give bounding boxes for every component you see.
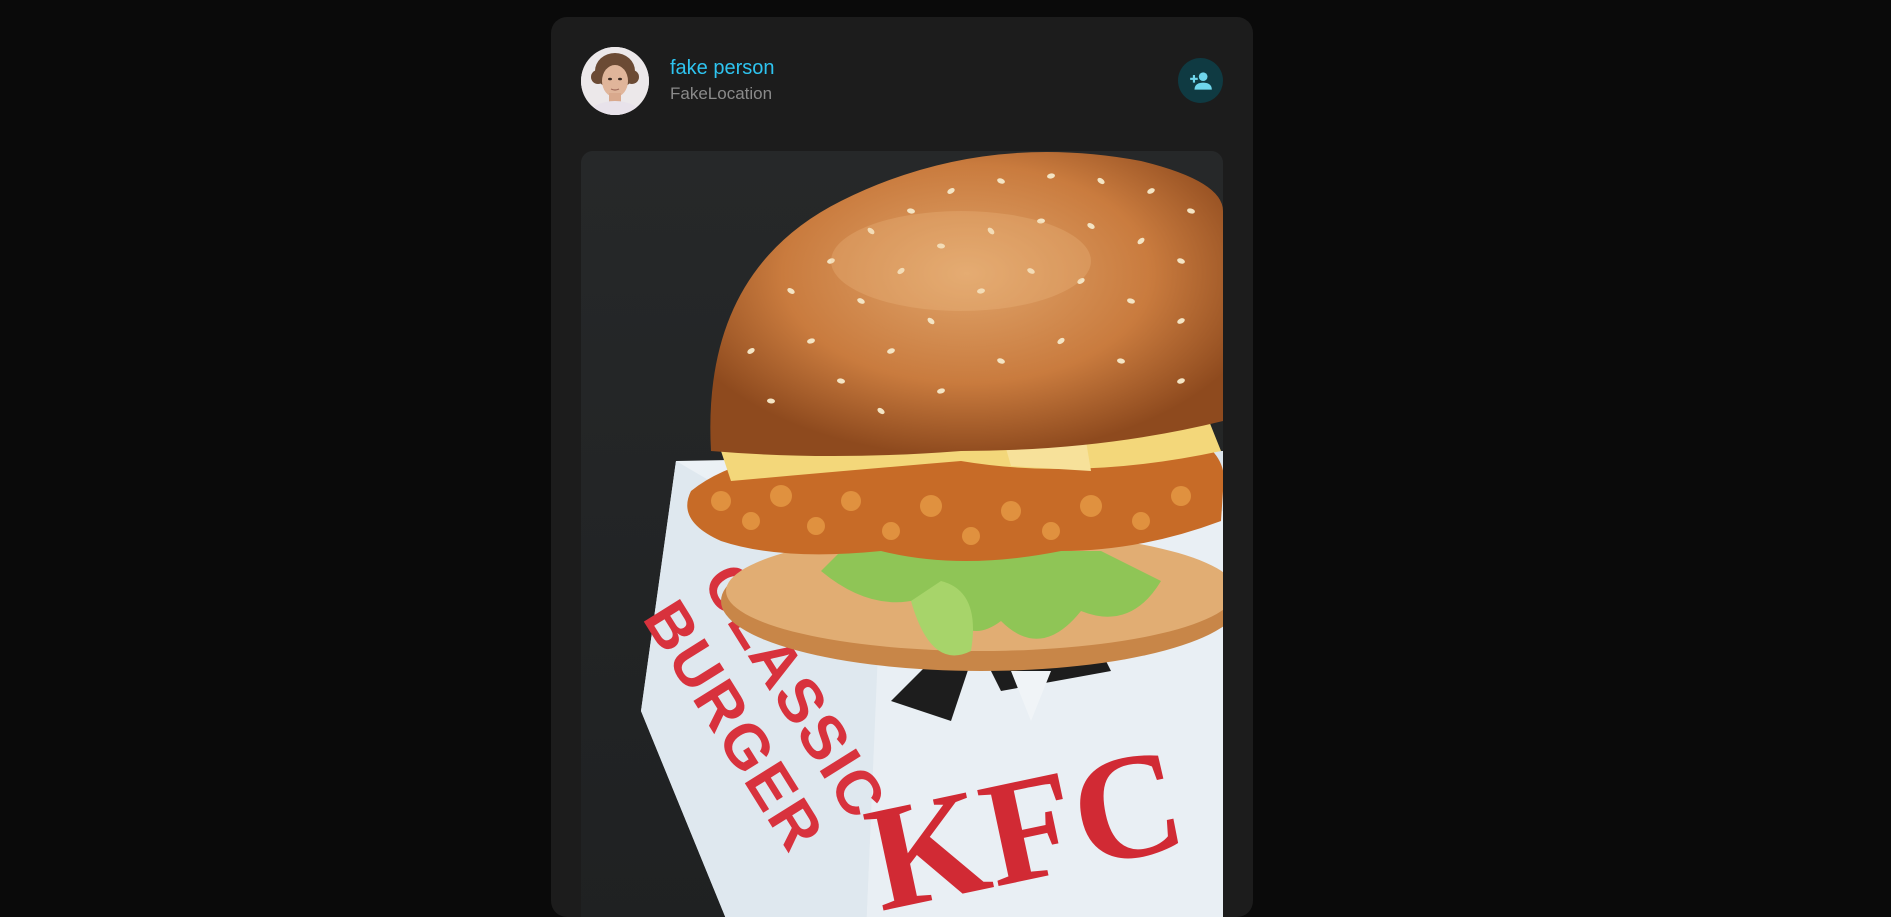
avatar-portrait-image bbox=[581, 47, 649, 115]
avatar[interactable] bbox=[581, 47, 649, 115]
post-image[interactable]: CLASSIC BURGER KFC bbox=[581, 151, 1223, 917]
follow-button[interactable] bbox=[1178, 58, 1223, 103]
post-header: fake person FakeLocation bbox=[581, 47, 1223, 117]
author-location: FakeLocation bbox=[670, 84, 773, 103]
post-card: fake person FakeLocation CLASSIC BURGER … bbox=[551, 17, 1253, 917]
person-add-icon bbox=[1189, 71, 1212, 90]
burger-photo: CLASSIC BURGER KFC bbox=[581, 151, 1223, 917]
author-name[interactable]: fake person bbox=[670, 57, 775, 80]
